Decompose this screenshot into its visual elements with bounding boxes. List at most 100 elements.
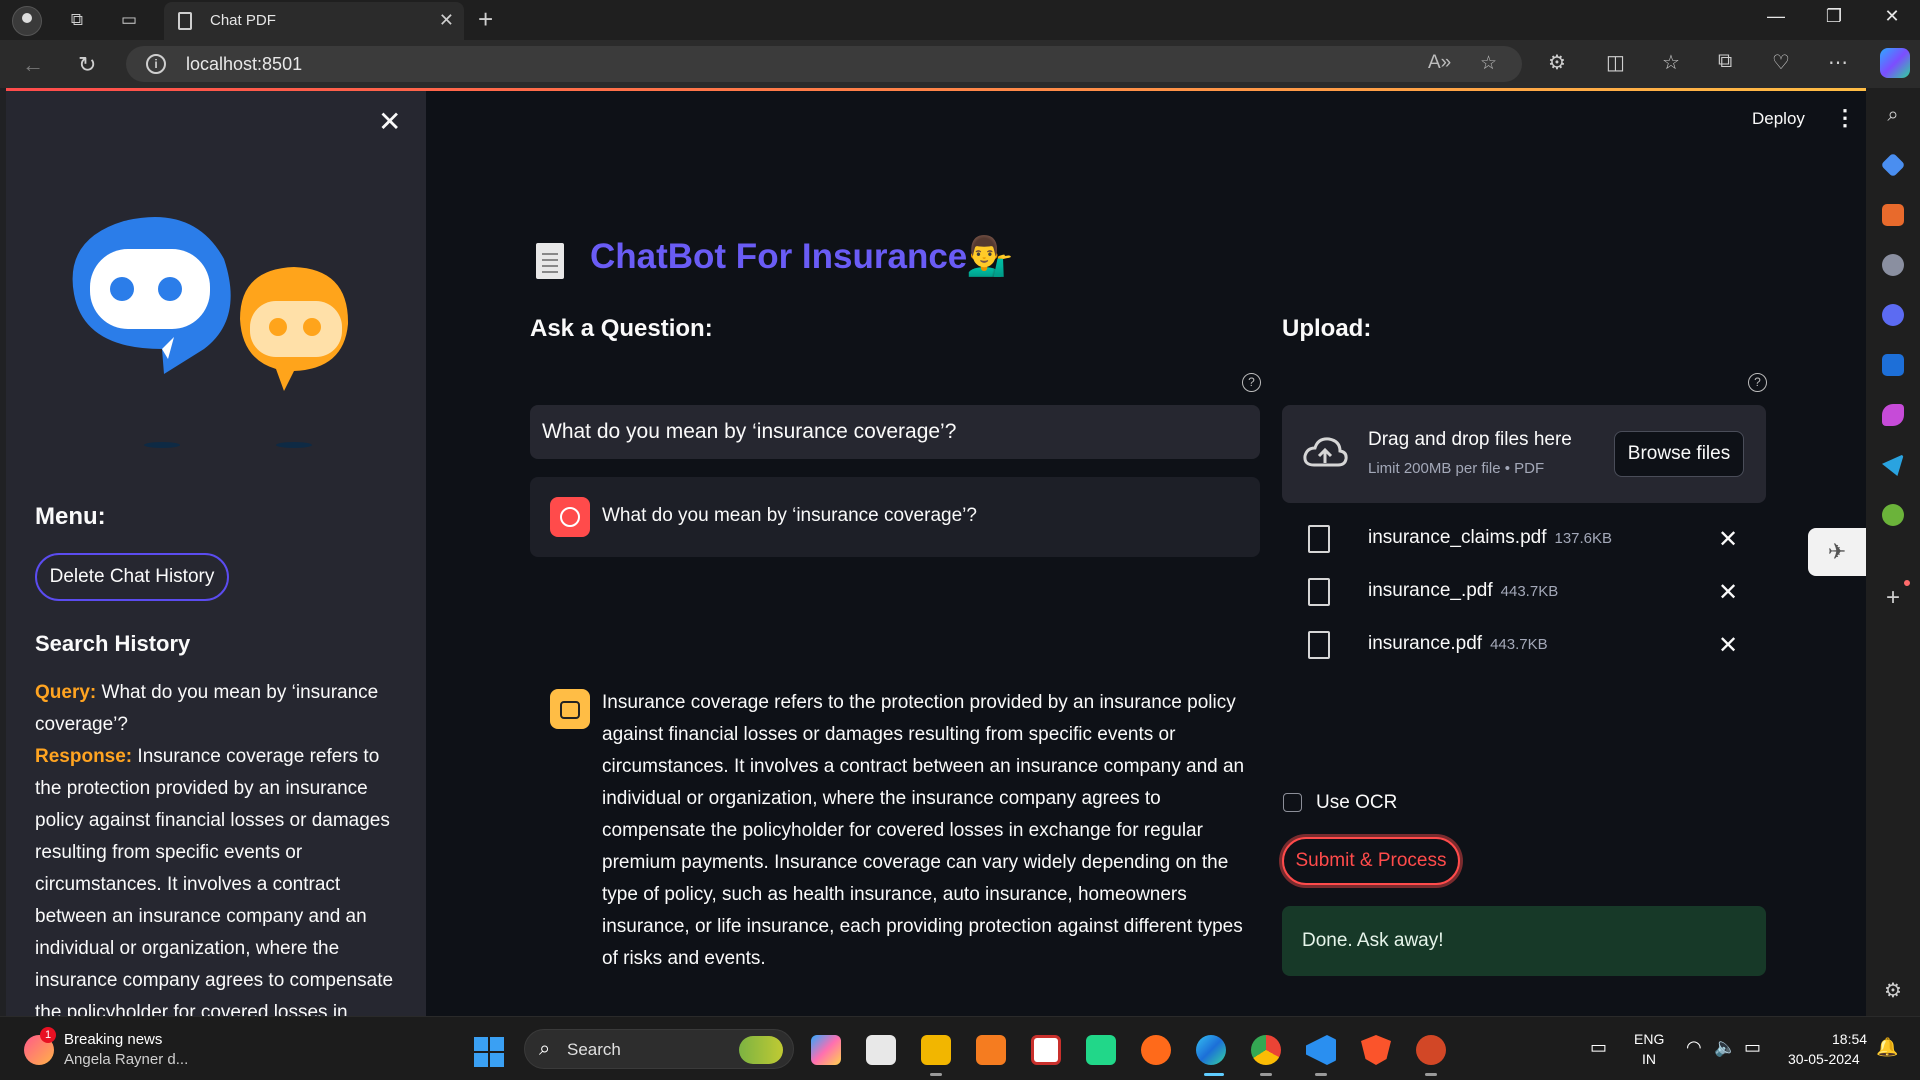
- main-menu-icon[interactable]: ⋮: [1834, 105, 1856, 131]
- submit-process-button[interactable]: Submit & Process: [1282, 837, 1460, 885]
- clock-date[interactable]: 30-05-2024: [1788, 1051, 1860, 1067]
- browser-titlebar: ⧉ ▭ Chat PDF ✕ + — ❐ ✕: [0, 0, 1920, 40]
- copilot-icon[interactable]: [1880, 48, 1910, 78]
- news-subtitle[interactable]: Angela Rayner d...: [64, 1051, 188, 1068]
- browser-essentials-icon[interactable]: ♡: [1772, 50, 1790, 75]
- file-name: insurance_claims.pdf: [1368, 527, 1547, 548]
- refresh-icon[interactable]: ↻: [78, 52, 96, 78]
- notifications-bell-icon[interactable]: 🔔: [1876, 1037, 1898, 1058]
- dropzone-instructions: Drag and drop files here: [1368, 429, 1572, 450]
- wifi-icon[interactable]: ◠: [1686, 1037, 1702, 1058]
- add-icon[interactable]: +: [1882, 584, 1904, 612]
- back-icon[interactable]: ←: [22, 52, 44, 78]
- settings-gear-icon[interactable]: ⚙: [1882, 978, 1904, 1003]
- copilot-sidebar-icon[interactable]: [1882, 304, 1904, 326]
- task-view-icon[interactable]: [866, 1035, 896, 1065]
- use-ocr-checkbox[interactable]: [1283, 793, 1302, 812]
- brave-icon[interactable]: [1361, 1035, 1391, 1065]
- minimize-icon[interactable]: —: [1764, 6, 1788, 27]
- question-help-icon[interactable]: ?: [1242, 373, 1261, 392]
- volume-icon[interactable]: 🔈: [1714, 1037, 1736, 1058]
- split-screen-icon[interactable]: ◫: [1606, 50, 1625, 75]
- browser-tab[interactable]: Chat PDF ✕: [164, 2, 464, 40]
- collections-icon[interactable]: ⧉: [1718, 50, 1732, 73]
- response-text: Insurance coverage refers to the protect…: [35, 746, 394, 1016]
- use-ocr-label[interactable]: Use OCR: [1316, 792, 1397, 814]
- snipping-tool-icon[interactable]: [1031, 1035, 1061, 1065]
- pycharm-icon[interactable]: [1086, 1035, 1116, 1065]
- workspaces-icon[interactable]: ⧉: [66, 9, 88, 31]
- file-icon: [1308, 578, 1330, 606]
- profile-avatar-icon[interactable]: [12, 6, 42, 36]
- uploaded-file-row: insurance_claims.pdf 137.6KB ✕: [1282, 515, 1766, 563]
- news-title[interactable]: Breaking news: [64, 1031, 162, 1048]
- floating-feedback-icon[interactable]: ✈: [1808, 528, 1866, 576]
- windows-start-icon[interactable]: [474, 1037, 504, 1067]
- chrome-icon[interactable]: [1251, 1035, 1281, 1065]
- file-size: 443.7KB: [1500, 583, 1559, 600]
- remove-file-icon[interactable]: ✕: [1718, 525, 1738, 554]
- uploaded-file-row: insurance.pdf 443.7KB ✕: [1282, 621, 1766, 669]
- chatbot-illustration: [72, 216, 349, 448]
- tablet-mode-icon[interactable]: ▭: [1590, 1037, 1607, 1058]
- document-icon: [178, 12, 192, 30]
- restore-icon[interactable]: ❐: [1822, 6, 1846, 27]
- favorite-star-icon[interactable]: ☆: [1480, 52, 1497, 75]
- user-message-text: What do you mean by ‘insurance coverage’…: [602, 505, 977, 526]
- outlook-icon[interactable]: [1882, 354, 1904, 376]
- edge-icon[interactable]: [1196, 1035, 1226, 1065]
- site-info-icon[interactable]: i: [146, 54, 166, 74]
- more-menu-icon[interactable]: ⋯: [1828, 50, 1848, 75]
- read-aloud-icon[interactable]: A»: [1428, 52, 1451, 74]
- upload-cloud-icon: [1303, 437, 1348, 467]
- notification-dot: [1904, 580, 1910, 586]
- active-indicator: [1204, 1073, 1224, 1076]
- powerpoint-icon[interactable]: [1416, 1035, 1446, 1065]
- new-tab-icon[interactable]: +: [478, 4, 493, 35]
- upload-help-icon[interactable]: ?: [1748, 373, 1767, 392]
- browse-files-button[interactable]: Browse files: [1614, 431, 1744, 477]
- file-icon: [1308, 525, 1330, 553]
- page-facing-up-icon: [536, 243, 564, 279]
- url-text[interactable]: localhost:8501: [186, 54, 302, 75]
- file-dropzone[interactable]: Drag and drop files here Limit 200MB per…: [1282, 405, 1766, 503]
- close-window-icon[interactable]: ✕: [1880, 6, 1904, 27]
- file-info: insurance_.pdf 443.7KB: [1368, 580, 1558, 602]
- language-region[interactable]: IN: [1642, 1051, 1656, 1067]
- close-sidebar-icon[interactable]: ✕: [378, 105, 401, 138]
- ask-question-heading: Ask a Question:: [530, 315, 713, 342]
- copilot-app-icon[interactable]: [811, 1035, 841, 1065]
- battery-icon[interactable]: ▭: [1744, 1037, 1761, 1058]
- file-explorer-icon[interactable]: [921, 1035, 951, 1065]
- question-input[interactable]: [530, 405, 1260, 459]
- designer-icon[interactable]: [1882, 404, 1904, 426]
- telegram-icon[interactable]: [1882, 454, 1904, 476]
- taskbar-search[interactable]: ⌕ Search: [524, 1029, 794, 1069]
- games-icon[interactable]: [1882, 254, 1904, 276]
- search-icon[interactable]: ⌕: [1882, 104, 1904, 127]
- xampp-icon[interactable]: [976, 1035, 1006, 1065]
- tab-actions-icon[interactable]: ▭: [118, 9, 140, 31]
- news-badge: 1: [40, 1027, 56, 1043]
- running-indicator: [930, 1073, 942, 1076]
- remove-file-icon[interactable]: ✕: [1718, 578, 1738, 607]
- vscode-icon[interactable]: [1306, 1035, 1336, 1065]
- shopping-tag-icon[interactable]: [1880, 152, 1906, 178]
- file-icon: [1308, 631, 1330, 659]
- success-alert: Done. Ask away!: [1282, 906, 1766, 976]
- file-name: insurance.pdf: [1368, 633, 1483, 654]
- remove-file-icon[interactable]: ✕: [1718, 631, 1738, 660]
- close-tab-icon[interactable]: ✕: [439, 10, 454, 31]
- delete-chat-history-button[interactable]: Delete Chat History: [35, 553, 229, 601]
- address-bar[interactable]: i localhost:8501 A» ☆: [126, 46, 1522, 82]
- favorites-icon[interactable]: ☆: [1662, 50, 1680, 75]
- tools-icon[interactable]: [1882, 204, 1904, 226]
- language-code[interactable]: ENG: [1634, 1031, 1664, 1047]
- windows-taskbar: 1 Breaking news Angela Rayner d... ⌕ Sea…: [0, 1016, 1920, 1080]
- deploy-button[interactable]: Deploy: [1752, 109, 1805, 129]
- postman-icon[interactable]: [1141, 1035, 1171, 1065]
- android-icon[interactable]: [1882, 504, 1904, 526]
- clock-time[interactable]: 18:54: [1832, 1031, 1867, 1047]
- running-indicator: [1260, 1073, 1272, 1076]
- extensions-icon[interactable]: ⚙: [1548, 50, 1566, 75]
